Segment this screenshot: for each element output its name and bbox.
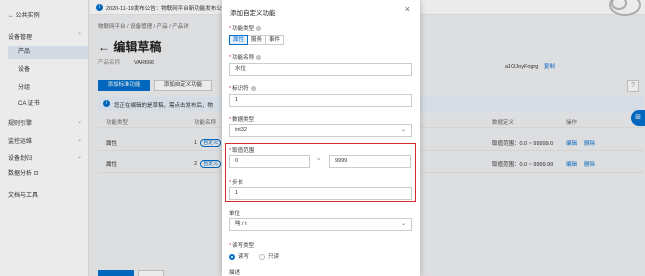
data-type-label: *数据类型: [229, 117, 255, 123]
func-type-segmented: 属性 服务 事件: [229, 35, 285, 45]
add-custom-function-button[interactable]: 添加自定义功能: [154, 80, 212, 91]
row-2-edit-link[interactable]: 编辑: [566, 160, 577, 168]
column-header-name: 功能名称: [194, 120, 217, 126]
func-type-label: *功能类型?: [229, 26, 262, 32]
page-title[interactable]: ← 编辑草稿: [98, 38, 161, 55]
func-name-input[interactable]: 水位: [229, 63, 412, 76]
row-1-type: 属性: [106, 141, 118, 147]
help-icon[interactable]: ?: [256, 55, 262, 61]
label-text: 读写类型: [232, 243, 255, 249]
func-type-service[interactable]: 服务: [247, 35, 267, 45]
add-custom-function-dialog: 添加自定义功能 × *功能类型? 属性 服务 事件 *功能名称? 水位 *标识符…: [222, 0, 420, 276]
sidebar-item-device[interactable]: 设备: [8, 64, 88, 77]
label-text: 取值范围: [232, 148, 255, 154]
rw-radio-read-write[interactable]: 读写: [229, 252, 249, 260]
chevron-down-icon: ⌄: [76, 154, 82, 160]
dialog-title: 添加自定义功能: [230, 10, 276, 17]
sidebar-item-data-analysis[interactable]: 数据分析 ⊡: [8, 168, 39, 177]
chevron-down-icon: ⌄: [76, 119, 82, 125]
label-text: 功能名称: [232, 55, 255, 61]
sidebar-item-docs-tools[interactable]: 文档与工具: [8, 190, 38, 199]
step-label: *步长: [229, 180, 244, 186]
help-icon[interactable]: ?: [250, 86, 256, 92]
sidebar-item-product[interactable]: 产品: [8, 46, 88, 59]
label-text: 标识符: [232, 86, 249, 92]
product-key-value: a1OJoyFogrg: [505, 64, 539, 70]
breadcrumb[interactable]: 物联网平台 / 设备管理 / 产品 / 产品详: [98, 22, 189, 30]
rw-type-label: *读写类型: [229, 243, 255, 249]
column-header-definition: 数据定义: [492, 120, 515, 126]
radio-unchecked-icon: [259, 253, 265, 260]
back-to-instance-link[interactable]: ← 公共实例: [8, 10, 40, 19]
chevron-down-icon: ⌄: [76, 137, 82, 143]
row-1-name-prefix: 1: [194, 140, 198, 146]
sidebar-group-label: 规则引擎: [8, 121, 33, 127]
chevron-down-icon: ⌄: [400, 127, 406, 133]
sidebar-group-rule-engine[interactable]: 规则引擎 ⌄: [8, 118, 82, 127]
sidebar-group-device-assign[interactable]: 设备划归 ⌄: [8, 153, 82, 162]
row-2-delete-link[interactable]: 删除: [584, 160, 595, 168]
row-1-delete-link[interactable]: 删除: [584, 139, 595, 147]
help-button[interactable]: ?: [627, 80, 639, 92]
row-2-name-prefix: 2: [194, 161, 198, 167]
sidebar-group-label: 监控运维: [8, 139, 33, 145]
func-type-event[interactable]: 事件: [265, 35, 285, 45]
product-meta: 产品名称 VAR666: [98, 58, 154, 66]
product-name-label: 产品名称: [98, 60, 121, 66]
radio-label: 读写: [238, 254, 250, 260]
info-icon: i: [96, 4, 103, 11]
row-1-definition: 取值范围：0.0 ~ 99999.0: [492, 141, 554, 147]
rw-radio-read-only[interactable]: 只读: [259, 252, 279, 260]
chevron-up-icon: ⌃: [76, 33, 82, 39]
draft-info-text: 您正在编辑的是草稿，需点击发布后，物: [114, 103, 214, 109]
row-1-name: 1 自定义: [194, 139, 222, 147]
info-icon: i: [103, 100, 110, 107]
func-name-label: *功能名称?: [229, 55, 262, 61]
sidebar-group-label: 设备划归: [8, 156, 33, 162]
custom-tag: 自定义: [200, 160, 222, 168]
range-max-input[interactable]: 9999: [329, 155, 411, 168]
product-name-value: VAR666: [134, 60, 155, 66]
sidebar-group-monitoring[interactable]: 监控运维 ⌄: [8, 136, 82, 145]
radio-checked-icon: [229, 253, 235, 260]
sidebar-group-device-management[interactable]: 设备管理 ⌃: [8, 32, 82, 41]
grid-float-icon[interactable]: ⊞: [631, 110, 645, 126]
sidebar-item-ca-cert[interactable]: CA 证书: [8, 98, 88, 111]
identifier-input[interactable]: 1: [229, 94, 412, 107]
range-min-input[interactable]: 0: [229, 155, 310, 168]
footer-secondary-button[interactable]: [138, 270, 164, 276]
column-header-type: 功能类型: [106, 120, 129, 126]
range-separator: ~: [317, 157, 321, 163]
label-text: 功能类型: [232, 26, 255, 32]
close-icon[interactable]: ×: [405, 5, 410, 14]
row-2-type: 属性: [106, 162, 118, 168]
data-type-select[interactable]: int32 ⌄: [229, 124, 412, 137]
row-1-edit-link[interactable]: 编辑: [566, 139, 577, 147]
product-key: a1OJoyFogrg 复制: [505, 62, 555, 70]
custom-tag: 自定义: [200, 139, 222, 147]
data-type-value: int32: [235, 127, 247, 133]
sidebar: ← 公共实例 设备管理 ⌃ 产品 设备 分组 CA 证书 规则引擎 ⌄ 监控运维…: [0, 0, 89, 276]
label-text: 步长: [232, 180, 244, 186]
radio-label: 只读: [268, 254, 280, 260]
unit-select[interactable]: 吨 / t ⌄: [229, 218, 412, 231]
description-label: 描述: [229, 270, 241, 276]
add-standard-function-button[interactable]: 添加标准功能: [98, 80, 150, 91]
identifier-label: *标识符?: [229, 86, 256, 92]
help-icon[interactable]: ?: [256, 26, 262, 32]
step-input[interactable]: 1: [229, 187, 412, 200]
chevron-down-icon: ⌄: [400, 221, 406, 227]
label-text: 数据类型: [232, 117, 255, 123]
column-header-actions: 操作: [566, 120, 578, 126]
sidebar-group-label: 设备管理: [8, 35, 33, 41]
copy-link[interactable]: 复制: [544, 64, 555, 70]
row-2-definition: 取值范围：0.0 ~ 9999.99: [492, 162, 554, 168]
unit-value: 吨 / t: [235, 221, 247, 227]
func-type-property[interactable]: 属性: [229, 35, 249, 45]
unit-label: 单位: [229, 211, 241, 217]
sidebar-item-group[interactable]: 分组: [8, 82, 88, 95]
range-label: *取值范围: [229, 148, 255, 154]
row-2-name: 2 自定义: [194, 160, 222, 168]
footer-primary-button[interactable]: [98, 270, 134, 276]
